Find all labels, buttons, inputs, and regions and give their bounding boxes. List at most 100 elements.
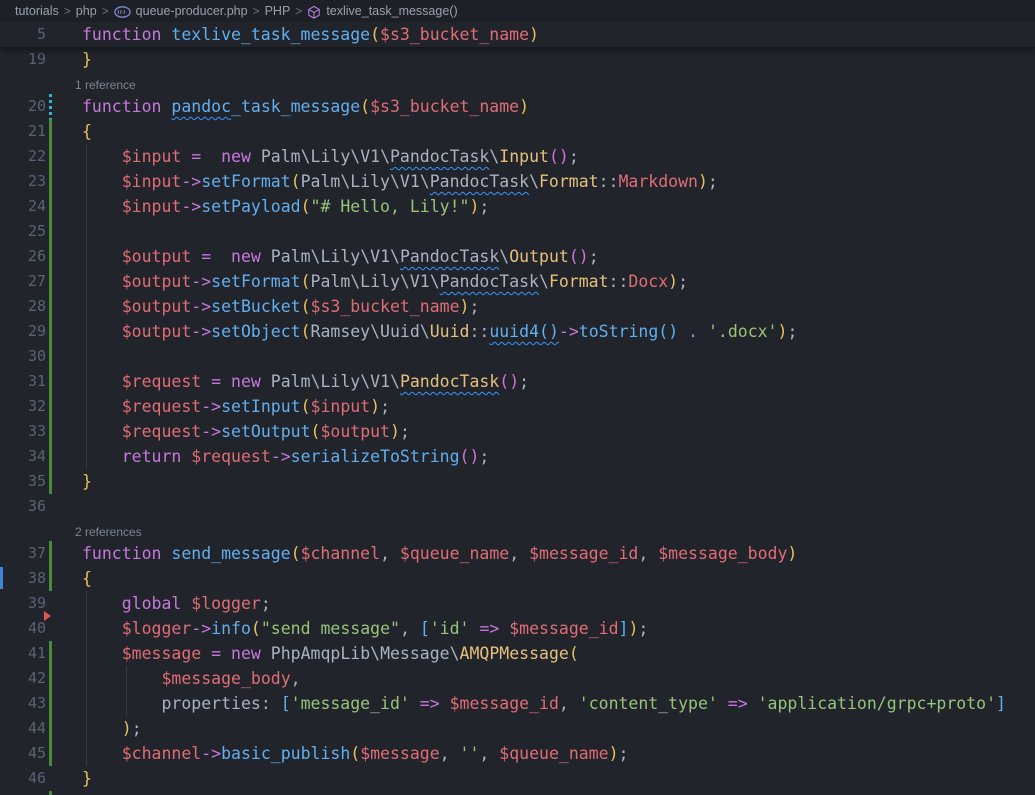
line-number[interactable]: 29 [0, 319, 46, 344]
code-token: $queue_name [400, 544, 509, 563]
code-token: -> [181, 197, 201, 216]
line-number[interactable]: 20 [0, 94, 46, 119]
code-line[interactable]: 44 ); [0, 716, 1035, 741]
code-line[interactable]: 31 $request = new Palm\Lily\V1\PandocTas… [0, 369, 1035, 394]
line-number[interactable]: 45 [0, 741, 46, 766]
code-token: ( [569, 644, 579, 663]
line-number[interactable]: 25 [0, 219, 46, 244]
line-number[interactable]: 34 [0, 444, 46, 469]
code-token: 'application/grpc+proto' [758, 694, 996, 713]
line-number[interactable]: 23 [0, 169, 46, 194]
line-number[interactable]: 39 [0, 591, 46, 616]
line-number[interactable]: 41 [0, 641, 46, 666]
line-number[interactable]: 42 [0, 666, 46, 691]
sticky-scroll-header[interactable]: 5function texlive_task_message($s3_bucke… [0, 22, 1035, 47]
line-number[interactable]: 24 [0, 194, 46, 219]
line-number[interactable]: 43 [0, 691, 46, 716]
code-token: Palm\Lily\V1\ [301, 172, 430, 191]
line-number[interactable]: 27 [0, 269, 46, 294]
code-token [489, 744, 499, 763]
code-token [82, 172, 122, 191]
code-line[interactable]: 19} [0, 47, 1035, 72]
code-line[interactable]: 40 $logger->info("send message", ['id' =… [0, 616, 1035, 641]
code-line[interactable]: 35} [0, 469, 1035, 494]
code-token: new [231, 372, 261, 391]
code-token [718, 694, 728, 713]
line-number[interactable]: 5 [0, 22, 46, 47]
code-token [499, 619, 509, 638]
code-area[interactable]: 19}1 reference20function pandoc_task_mes… [0, 47, 1035, 795]
gutter-added-marker [49, 369, 52, 394]
code-text: $input = new Palm\Lily\V1\PandocTask\Inp… [82, 144, 579, 169]
code-line[interactable]: 27 $output->setFormat(Palm\Lily\V1\Pando… [0, 269, 1035, 294]
code-line[interactable]: 34 return $request->serializeToString(); [0, 444, 1035, 469]
breadcrumb-item-texlive-task-message-[interactable]: texlive_task_message() [326, 4, 457, 18]
code-line[interactable]: 45 $channel->basic_publish($message, '',… [0, 741, 1035, 766]
code-line[interactable] [0, 791, 1035, 795]
code-line[interactable]: 25 [0, 219, 1035, 244]
code-line[interactable]: 22 $input = new Palm\Lily\V1\PandocTask\… [0, 144, 1035, 169]
code-token: ; [132, 719, 142, 738]
code-token: () [460, 447, 480, 466]
code-line[interactable]: 46} [0, 766, 1035, 791]
line-number[interactable]: 38 [0, 566, 46, 591]
code-token: } [82, 472, 92, 491]
line-number[interactable]: 28 [0, 294, 46, 319]
gutter-arrow-icon [44, 611, 51, 621]
code-line[interactable]: 37function send_message($channel, $queue… [0, 541, 1035, 566]
code-token: ; [708, 172, 718, 191]
line-number[interactable]: 33 [0, 419, 46, 444]
code-token [201, 372, 211, 391]
code-line[interactable]: 30 [0, 344, 1035, 369]
line-number[interactable]: 44 [0, 716, 46, 741]
breadcrumb-item-queue-producer-php[interactable]: queue-producer.php [136, 4, 248, 18]
line-number[interactable]: 40 [0, 616, 46, 641]
code-token: Format [549, 272, 609, 291]
code-text: return $request->serializeToString(); [82, 444, 489, 469]
code-token: ( [251, 619, 261, 638]
left-edge-marker [0, 567, 3, 589]
line-number[interactable]: 31 [0, 369, 46, 394]
code-line[interactable]: 36 [0, 494, 1035, 519]
code-line[interactable]: 41 $message = new PhpAmqpLib\Message\AMQ… [0, 641, 1035, 666]
line-number[interactable]: 22 [0, 144, 46, 169]
line-number[interactable]: 37 [0, 541, 46, 566]
code-text: ); [82, 716, 142, 741]
code-line[interactable]: 39 global $logger; [0, 591, 1035, 616]
line-number[interactable]: 35 [0, 469, 46, 494]
code-token [82, 422, 122, 441]
line-number[interactable]: 36 [0, 494, 46, 519]
code-line[interactable]: 43 properties: ['message_id' => $message… [0, 691, 1035, 716]
code-line[interactable]: 32 $request->setInput($input); [0, 394, 1035, 419]
codelens-references[interactable]: 1 reference [75, 74, 136, 96]
code-text: global $logger; [82, 591, 271, 616]
code-line[interactable]: 33 $request->setOutput($output); [0, 419, 1035, 444]
code-token [519, 544, 529, 563]
breadcrumb-item-php[interactable]: php [76, 4, 97, 18]
code-line[interactable]: 20function pandoc_task_message($s3_bucke… [0, 94, 1035, 119]
code-text: properties: ['message_id' => $message_id… [82, 691, 1006, 716]
breadcrumb-item-tutorials[interactable]: tutorials [15, 4, 59, 18]
code-line[interactable]: 5function texlive_task_message($s3_bucke… [0, 22, 1035, 47]
code-line[interactable]: 23 $input->setFormat(Palm\Lily\V1\Pandoc… [0, 169, 1035, 194]
code-line[interactable]: 24 $input->setPayload("# Hello, Lily!"); [0, 194, 1035, 219]
code-line[interactable]: 26 $output = new Palm\Lily\V1\PandocTask… [0, 244, 1035, 269]
code-line[interactable]: 42 $message_body, [0, 666, 1035, 691]
code-line[interactable]: 38{ [0, 566, 1035, 591]
line-number[interactable]: 32 [0, 394, 46, 419]
code-line[interactable]: 21{ [0, 119, 1035, 144]
line-number[interactable]: 46 [0, 766, 46, 791]
code-line[interactable]: 28 $output->setBucket($s3_bucket_name); [0, 294, 1035, 319]
code-token [82, 272, 122, 291]
breadcrumb-separator: > [64, 4, 71, 18]
gutter-added-marker [49, 716, 52, 741]
line-number[interactable]: 21 [0, 119, 46, 144]
line-number[interactable]: 26 [0, 244, 46, 269]
codelens-references[interactable]: 2 references [75, 521, 142, 543]
line-number[interactable]: 19 [0, 47, 46, 72]
code-line[interactable]: 29 $output->setObject(Ramsey\Uuid\Uuid::… [0, 319, 1035, 344]
code-token [82, 619, 122, 638]
breadcrumb-item-php[interactable]: PHP [265, 4, 291, 18]
line-number[interactable]: 30 [0, 344, 46, 369]
code-token: \ [499, 247, 509, 266]
